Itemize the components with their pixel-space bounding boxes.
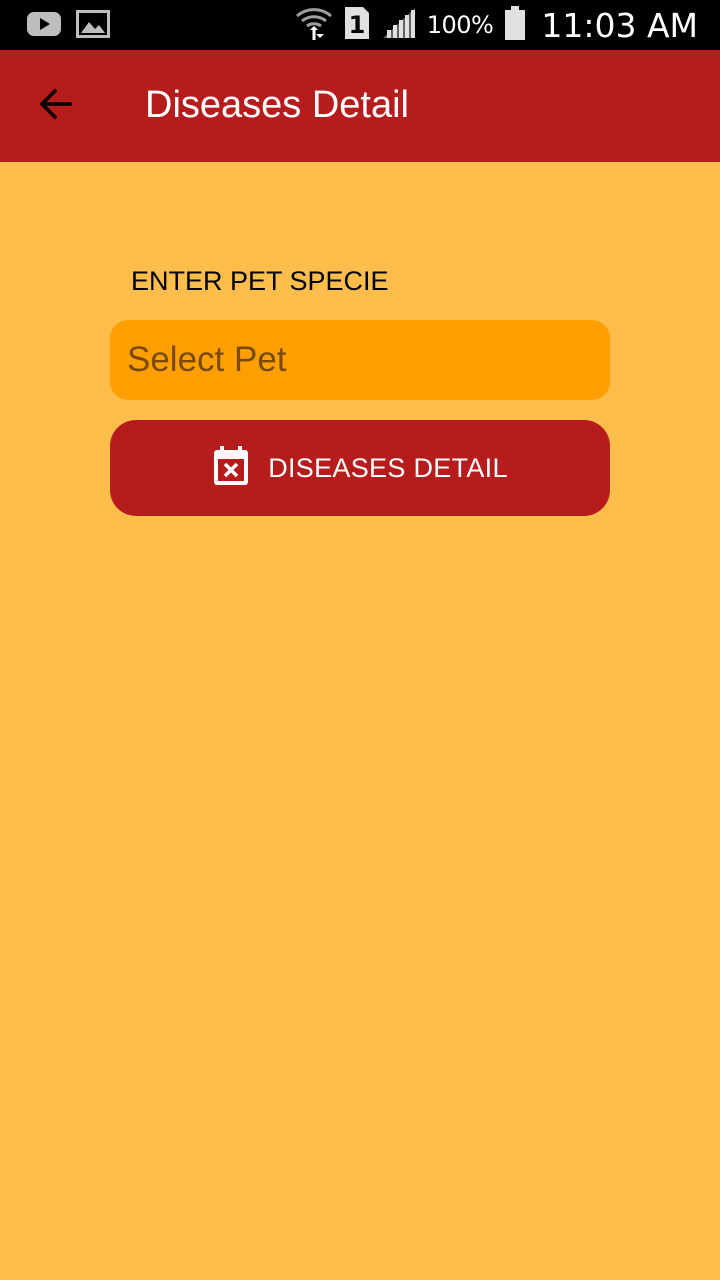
pet-specie-label: ENTER PET SPECIE [131,266,389,296]
battery-icon [503,5,527,46]
app-bar: Diseases Detail [0,50,720,162]
youtube-icon [26,9,62,44]
gallery-icon [76,9,110,44]
battery-percentage: 100% [426,11,494,39]
sim-icon: 1 [343,5,371,46]
diseases-detail-button[interactable]: DISEASES DETAIL [110,420,610,516]
status-bar: 1 100% 11:03 AM [0,0,720,50]
calendar-remove-icon [212,445,250,492]
wifi-icon [295,4,333,47]
svg-text:1: 1 [348,11,365,39]
diseases-detail-label: DISEASES DETAIL [268,452,508,483]
pet-select-value: Select Pet [127,340,287,379]
notification-icons [26,9,110,44]
signal-icon [381,6,417,45]
page-title: Diseases Detail [145,84,409,126]
back-button[interactable] [22,72,90,140]
arrow-back-icon [36,84,76,129]
clock: 11:03 AM [541,5,698,45]
system-status: 1 100% 11:03 AM [295,0,698,50]
pet-select-dropdown[interactable]: Select Pet [110,320,610,400]
